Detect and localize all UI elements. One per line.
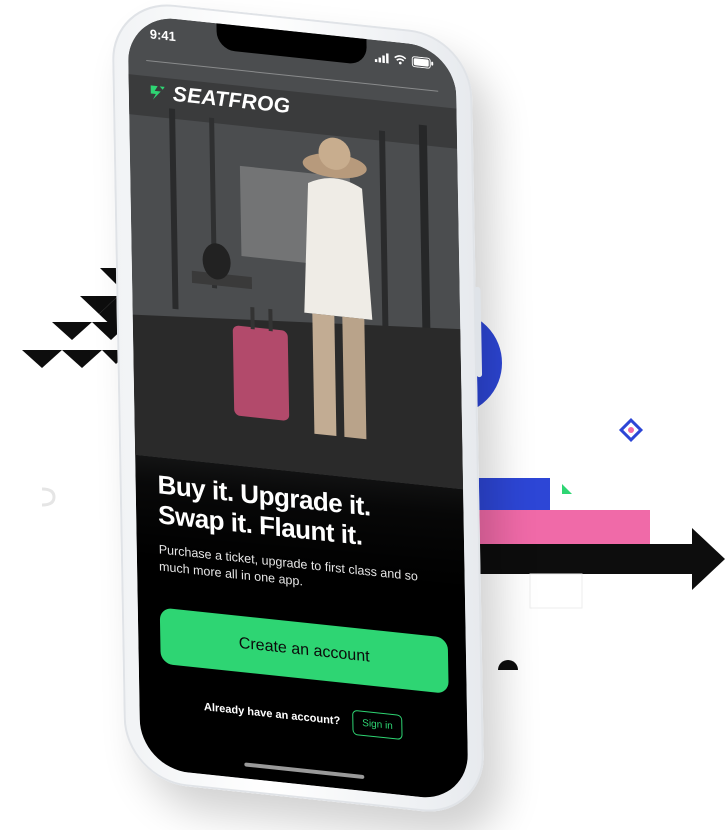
battery-icon (411, 55, 434, 69)
phone-device: 9:41 SEATFROG Buy it. Upgrade it. Swap i… (111, 0, 485, 818)
app-screen: 9:41 SEATFROG Buy it. Upgrade it. Swap i… (127, 13, 469, 803)
create-account-button[interactable]: Create an account (159, 607, 449, 694)
status-icons (374, 52, 434, 69)
phone-mockup: 9:41 SEATFROG Buy it. Upgrade it. Swap i… (58, 0, 528, 820)
signal-icon (374, 53, 389, 64)
home-indicator[interactable] (244, 762, 365, 780)
seatfrog-logo-icon (150, 85, 165, 100)
already-have-account-text: Already have an account? (203, 700, 341, 728)
sign-in-row: Already have an account? Sign in (139, 687, 467, 747)
status-time: 9:41 (149, 25, 176, 44)
sign-in-button[interactable]: Sign in (352, 709, 404, 741)
side-button (474, 286, 483, 378)
wifi-icon (394, 55, 407, 65)
outline-shape-decoration (41, 487, 56, 507)
diamond-decoration (618, 417, 644, 443)
